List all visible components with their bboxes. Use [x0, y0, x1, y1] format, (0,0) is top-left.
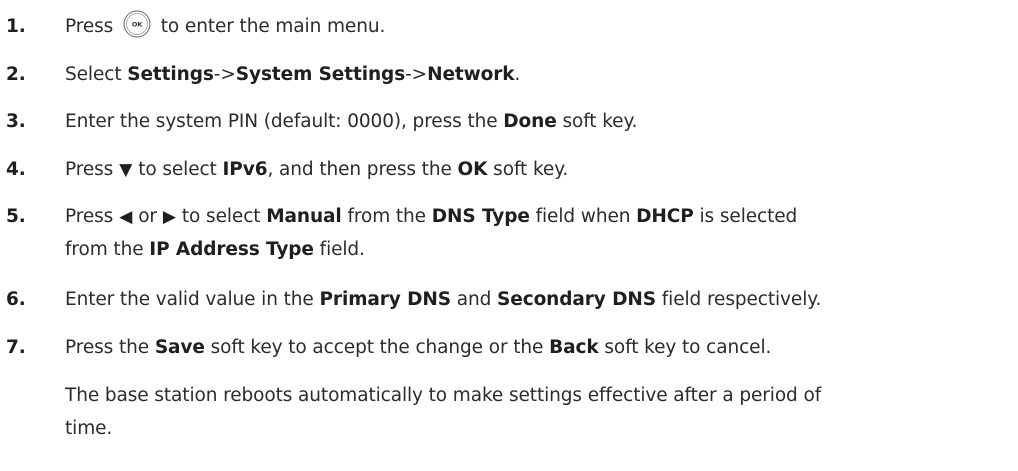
- step-text-segment: is selected: [693, 206, 798, 227]
- step-text: Enter the system PIN (default: 0000), pr…: [65, 111, 638, 132]
- path-separator: ->: [405, 64, 428, 85]
- step-number: 2.: [6, 64, 26, 85]
- step-4: 4. Press ▼ to select IPv6, and then press …: [0, 159, 1018, 195]
- note-line-1: The base station reboots automatically t…: [65, 385, 822, 406]
- note-line-2: time.: [65, 418, 113, 439]
- step-text-segment: .: [514, 64, 521, 85]
- step-number: 1.: [6, 16, 26, 37]
- step-text: Select Settings->System Settings->Networ…: [65, 64, 520, 85]
- step-3: 3. Enter the system PIN (default: 0000),…: [0, 111, 1018, 147]
- step-number: 5.: [6, 206, 26, 227]
- instruction-document: 1. Press OK to enter the main menu. 2. S…: [0, 0, 1018, 471]
- step-text-segment: Enter the system PIN (default: 0000), pr…: [65, 111, 504, 132]
- step-text-segment: to select: [138, 159, 223, 180]
- menu-path-network: Network: [427, 64, 515, 85]
- menu-path-settings: Settings: [127, 64, 214, 85]
- left-arrow-icon: ◀: [119, 207, 133, 227]
- down-arrow-icon: ▼: [119, 160, 133, 180]
- step-text-segment: Press: [65, 16, 114, 37]
- ok-button-icon: OK: [123, 10, 151, 38]
- right-arrow-icon: ▶: [162, 207, 176, 227]
- step-text-segment: soft key.: [556, 111, 638, 132]
- step-number: 3.: [6, 111, 26, 132]
- softkey-done: Done: [503, 111, 557, 132]
- step-5: 5. Press ◀ or ▶ to select Manual from the DN…: [0, 206, 1018, 276]
- field-secondary-dns: Secondary DNS: [497, 289, 656, 310]
- step-text-segment: and: [450, 289, 498, 310]
- step-text: Press OK to enter the main menu.: [65, 10, 386, 38]
- step-6: 6. Enter the valid value in the Primary …: [0, 289, 1018, 325]
- step-text-segment: Press: [65, 159, 114, 180]
- step-text-segment: soft key.: [487, 159, 569, 180]
- step-number: 4.: [6, 159, 26, 180]
- softkey-save: Save: [154, 337, 205, 358]
- step-7: 7. Press the Save soft key to accept the…: [0, 337, 1018, 373]
- field-dns-type: DNS Type: [431, 206, 530, 227]
- step-2: 2. Select Settings->System Settings->Net…: [0, 64, 1018, 100]
- step-text-segment: or: [138, 206, 157, 227]
- menu-path-system-settings: System Settings: [235, 64, 406, 85]
- result-note: The base station reboots automatically t…: [0, 385, 1018, 455]
- field-ip-address-type: IP Address Type: [149, 239, 314, 260]
- step-text: Enter the valid value in the Primary DNS…: [65, 289, 821, 310]
- step-text-segment: soft key to cancel.: [598, 337, 772, 358]
- field-primary-dns: Primary DNS: [319, 289, 451, 310]
- path-separator: ->: [213, 64, 236, 85]
- option-ipv6: IPv6: [222, 159, 268, 180]
- step-text-segment: to select: [181, 206, 267, 227]
- step-text-segment: Select: [65, 64, 128, 85]
- step-text: Press ▼ to select IPv6, and then press the…: [65, 159, 568, 180]
- option-manual: Manual: [266, 206, 342, 227]
- step-text-segment: field respectively.: [655, 289, 822, 310]
- step-text-segment: , and then press the: [267, 159, 458, 180]
- softkey-ok: OK: [457, 159, 488, 180]
- svg-text:OK: OK: [132, 21, 143, 29]
- step-text-segment: from the: [341, 206, 432, 227]
- step-text-segment: from the: [65, 239, 150, 260]
- step-text-segment: Enter the valid value in the: [65, 289, 320, 310]
- step-1: 1. Press OK to enter the main menu.: [0, 10, 1018, 52]
- step-text-segment: soft key to accept the change or the: [204, 337, 550, 358]
- option-dhcp: DHCP: [636, 206, 694, 227]
- step-text-continued: from the IP Address Type field.: [65, 239, 365, 260]
- step-text-segment: Press: [65, 206, 114, 227]
- step-text: Press the Save soft key to accept the ch…: [65, 337, 771, 358]
- step-text: Press ◀ or ▶ to select Manual from the DNS T…: [65, 206, 797, 227]
- step-number: 6.: [6, 289, 26, 310]
- step-text-segment: field.: [313, 239, 365, 260]
- step-text-segment: field when: [529, 206, 637, 227]
- softkey-back: Back: [549, 337, 599, 358]
- step-text-segment: to enter the main menu.: [160, 16, 386, 37]
- step-text-segment: Press the: [65, 337, 155, 358]
- step-number: 7.: [6, 337, 26, 358]
